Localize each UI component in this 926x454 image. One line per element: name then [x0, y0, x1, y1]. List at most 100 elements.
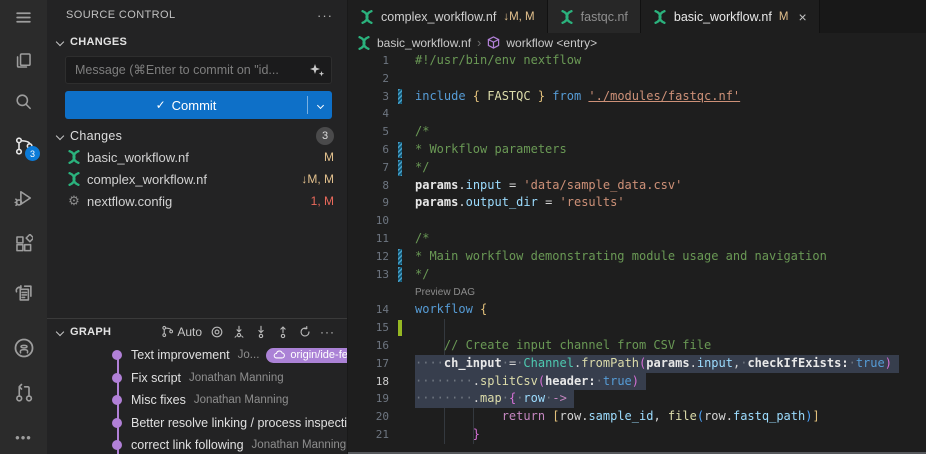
line-number: 11	[348, 230, 389, 248]
code-line-7[interactable]: 7*/	[348, 159, 926, 177]
commit-row[interactable]: Misc fixes Jonathan Manning	[47, 389, 347, 412]
commit-graph-list: Text improvementJo...origin/ide-featu...…	[47, 344, 347, 454]
extensions-icon[interactable]	[11, 231, 36, 256]
code-line-19[interactable]: 19········.map·{·row·->	[348, 390, 926, 408]
changes-group-header[interactable]: Changes 3	[47, 126, 347, 146]
graph-toolbar: Auto ···	[161, 325, 347, 339]
fetch-icon[interactable]	[232, 325, 246, 339]
search-icon[interactable]	[11, 89, 36, 114]
repo-picker-button[interactable]: Auto	[161, 325, 202, 339]
code-line-10[interactable]: 10	[348, 212, 926, 230]
code-line-14[interactable]: 14workflow {	[348, 301, 926, 319]
more-actions-icon[interactable]: •••	[11, 425, 36, 450]
breadcrumb-symbol[interactable]: workflow <entry>	[506, 36, 597, 50]
code-text: // Create input channel from CSV file	[415, 337, 711, 355]
nextflow-file-icon	[67, 172, 81, 186]
sidebar-more-icon[interactable]: ···	[317, 8, 333, 23]
commit-dot-icon	[112, 395, 122, 405]
line-number: 21	[348, 426, 389, 444]
code-line-8[interactable]: 8params.input = 'data/sample_data.csv'	[348, 177, 926, 195]
pull-icon[interactable]	[254, 325, 268, 339]
gutter-modified-icon[interactable]	[398, 142, 402, 158]
tab-status-badge: ↓M, M	[503, 11, 534, 23]
commit-message: Text improvement	[131, 348, 230, 362]
run-debug-icon[interactable]	[11, 185, 36, 210]
tab-fastqc.nf[interactable]: fastqc.nf	[548, 0, 641, 33]
branch-tag-badge[interactable]: origin/ide-featu...	[266, 348, 347, 363]
line-number: 16	[348, 337, 389, 355]
code-line-13[interactable]: 13*/	[348, 266, 926, 284]
chevron-down-icon	[56, 327, 64, 335]
code-line-2[interactable]: 2	[348, 70, 926, 88]
code-line-6[interactable]: 6* Workflow parameters	[348, 141, 926, 159]
tab-complex_workflow.nf[interactable]: complex_workflow.nf ↓M, M	[348, 0, 548, 33]
gutter-modified-icon[interactable]	[398, 89, 402, 105]
graph-more-icon[interactable]: ···	[320, 325, 335, 339]
file-sync-icon[interactable]	[11, 280, 36, 305]
code-line-18[interactable]: 18········.splitCsv(header:·true)	[348, 373, 926, 391]
commit-row[interactable]: Text improvementJo...origin/ide-featu...	[47, 344, 347, 367]
tab-basic_workflow.nf[interactable]: basic_workflow.nfM×	[641, 0, 820, 33]
commit-row[interactable]: Better resolve linking / process inspect…	[47, 412, 347, 435]
changes-section-header[interactable]: CHANGES	[47, 34, 347, 50]
branch-tag-label: origin/ide-featu...	[290, 349, 347, 361]
commit-dot-icon	[112, 418, 122, 428]
nextflow-file-icon	[67, 150, 81, 164]
code-line-4[interactable]: 4	[348, 105, 926, 123]
code-line-16[interactable]: 16 // Create input channel from CSV file	[348, 337, 926, 355]
code-line-17[interactable]: 17····ch_input·=·Channel.fromPath(params…	[348, 355, 926, 373]
scm-file-row[interactable]: ⚙nextflow.config1, M	[47, 190, 347, 212]
scm-file-row[interactable]: basic_workflow.nfM	[47, 146, 347, 168]
code-line-3[interactable]: 3include { FASTQC } from './modules/fast…	[348, 88, 926, 106]
code-line-12[interactable]: 12* Main workflow demonstrating module u…	[348, 248, 926, 266]
code-line-9[interactable]: 9params.output_dir = 'results'	[348, 194, 926, 212]
github-icon[interactable]	[11, 335, 36, 360]
code-text: workflow {	[415, 301, 487, 319]
gutter-modified-icon[interactable]	[398, 249, 402, 265]
commit-dropdown-button[interactable]	[308, 103, 332, 108]
gutter-added-icon[interactable]	[398, 320, 402, 336]
breadcrumb-file[interactable]: basic_workflow.nf	[377, 36, 471, 50]
code-text: */	[415, 266, 429, 284]
chevron-down-icon	[56, 38, 64, 46]
gutter-modified-icon[interactable]	[398, 267, 402, 283]
refresh-icon[interactable]	[298, 325, 312, 339]
pull-request-icon[interactable]	[11, 380, 36, 405]
code-editor[interactable]: 1#!/usr/bin/env nextflow23include { FAST…	[348, 52, 926, 454]
editor-tab-bar: complex_workflow.nf ↓M, M fastqc.nfbasic_w…	[348, 0, 926, 33]
goto-current-icon[interactable]	[210, 325, 224, 339]
generate-commit-message-icon[interactable]	[308, 62, 326, 78]
codelens-preview-dag[interactable]: Preview DAG	[415, 287, 475, 298]
commit-message: correct link following	[131, 438, 244, 452]
gutter-modified-icon[interactable]	[398, 160, 402, 176]
commit-row[interactable]: Fix scriptJonathan Manning	[47, 367, 347, 390]
commit-row[interactable]: correct link followingJonathan Manning	[47, 434, 347, 454]
line-number: 19	[348, 390, 389, 408]
menu-icon[interactable]	[11, 5, 36, 30]
commit-message: Misc fixes	[131, 393, 186, 407]
code-line-21[interactable]: 21 }	[348, 426, 926, 444]
code-line-11[interactable]: 11/*	[348, 230, 926, 248]
code-text: /*	[415, 123, 429, 141]
file-name: complex_workflow.nf	[87, 172, 207, 187]
tab-label: complex_workflow.nf	[381, 10, 496, 24]
scm-file-row[interactable]: complex_workflow.nf↓M, M	[47, 168, 347, 190]
source-control-icon[interactable]: 3	[11, 133, 36, 158]
code-line-5[interactable]: 5/*	[348, 123, 926, 141]
commit-author: Jonathan Manning	[194, 394, 289, 406]
code-line-15[interactable]: 15	[348, 319, 926, 337]
chevron-down-icon	[56, 132, 64, 140]
code-line-1[interactable]: 1#!/usr/bin/env nextflow	[348, 52, 926, 70]
code-line-20[interactable]: 20 return [row.sample_id, file(row.fastq…	[348, 408, 926, 426]
nextflow-file-icon	[560, 10, 574, 24]
commit-button[interactable]: ✓ Commit	[65, 91, 332, 119]
push-icon[interactable]	[276, 325, 290, 339]
close-icon[interactable]: ×	[798, 9, 806, 25]
explorer-icon[interactable]	[11, 48, 36, 73]
code-text: * Workflow parameters	[415, 141, 567, 159]
graph-section-header[interactable]: GRAPH Auto ···	[47, 318, 347, 342]
commit-dot-icon	[112, 350, 122, 360]
line-number: 10	[348, 212, 389, 230]
commit-message-input[interactable]	[66, 63, 308, 77]
file-status-badge: M	[324, 150, 334, 164]
